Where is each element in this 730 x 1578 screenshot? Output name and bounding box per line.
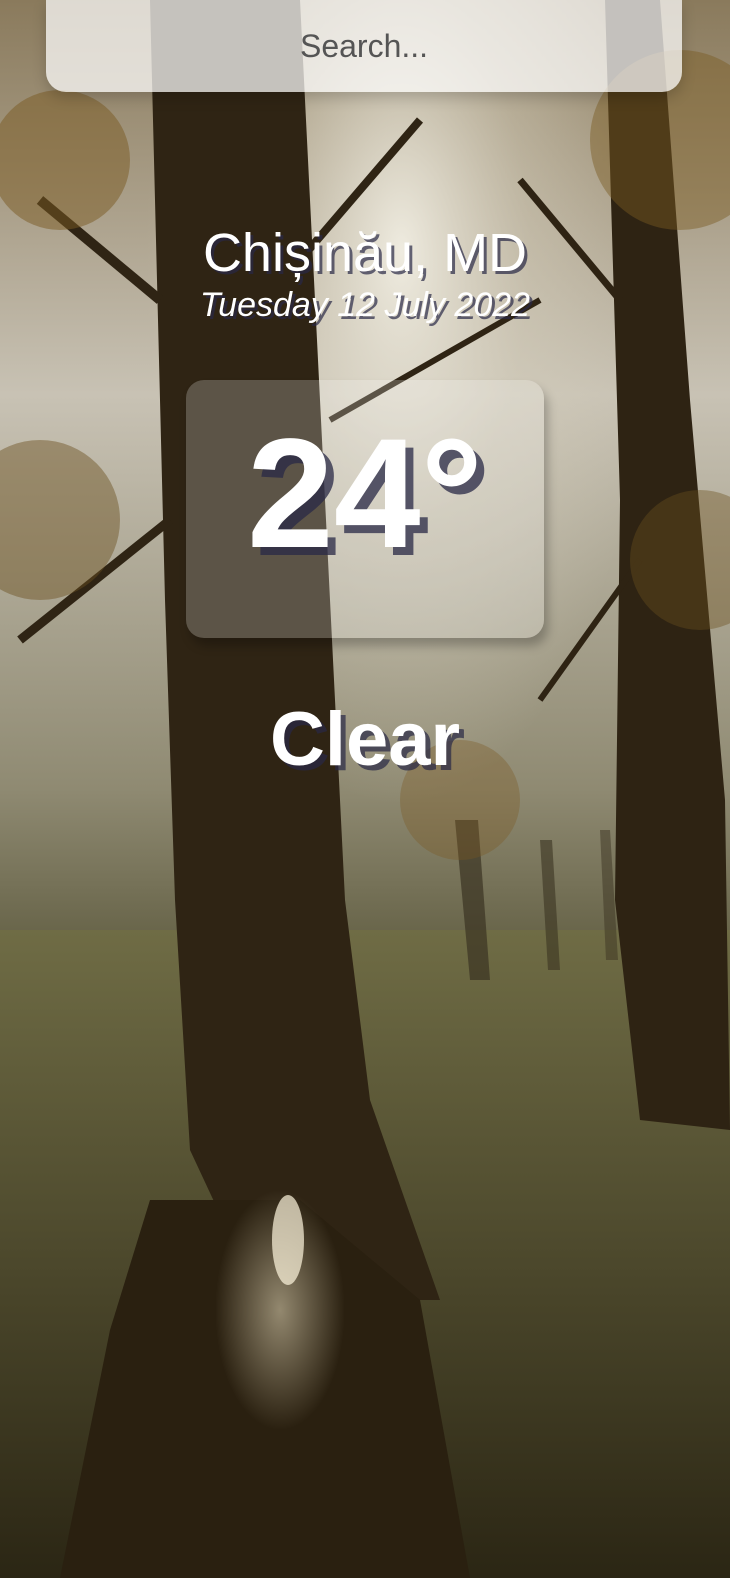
- temperature-card: 24°: [186, 380, 544, 638]
- location-name: Chișinău, MD: [202, 223, 528, 283]
- temperature-value: 24°: [247, 407, 483, 581]
- search-input[interactable]: [46, 0, 682, 92]
- search-bar: [46, 0, 682, 92]
- weather-condition: Clear: [269, 697, 461, 782]
- current-date: Tuesday 12 July 2022: [199, 286, 531, 324]
